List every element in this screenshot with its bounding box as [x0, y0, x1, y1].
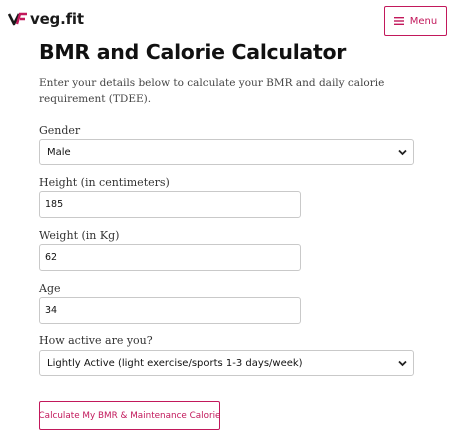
- site-header: veg.fit Menu: [0, 0, 450, 40]
- menu-label: Menu: [409, 15, 438, 27]
- activity-label: How active are you?: [39, 334, 153, 347]
- weight-label: Weight (in Kg): [39, 229, 120, 242]
- intro-text: Enter your details below to calculate yo…: [39, 77, 385, 105]
- age-label: Age: [39, 282, 61, 295]
- page-title: BMR and Calorie Calculator: [39, 40, 347, 64]
- calculate-button-label: Calculate My BMR & Maintenance Calorie: [38, 410, 221, 421]
- gender-select-value: Male: [47, 146, 71, 158]
- weight-input[interactable]: 62: [39, 244, 301, 271]
- chevron-down-icon: [398, 360, 407, 367]
- menu-button[interactable]: Menu: [384, 6, 447, 36]
- hamburger-icon: [393, 17, 404, 25]
- height-input[interactable]: 185: [39, 191, 301, 218]
- calculate-button[interactable]: Calculate My BMR & Maintenance Calorie: [39, 401, 220, 430]
- activity-select-value: Lightly Active (light exercise/sports 1-…: [47, 357, 303, 369]
- gender-select[interactable]: Male: [39, 139, 414, 165]
- logo-mark-icon: [8, 12, 27, 26]
- age-input[interactable]: 34: [39, 297, 301, 324]
- gender-label: Gender: [39, 124, 81, 137]
- height-label: Height (in centimeters): [39, 176, 170, 189]
- activity-select[interactable]: Lightly Active (light exercise/sports 1-…: [39, 350, 414, 376]
- logo-text: veg.fit: [30, 10, 84, 28]
- site-logo[interactable]: veg.fit: [8, 10, 84, 28]
- chevron-down-icon: [398, 149, 407, 156]
